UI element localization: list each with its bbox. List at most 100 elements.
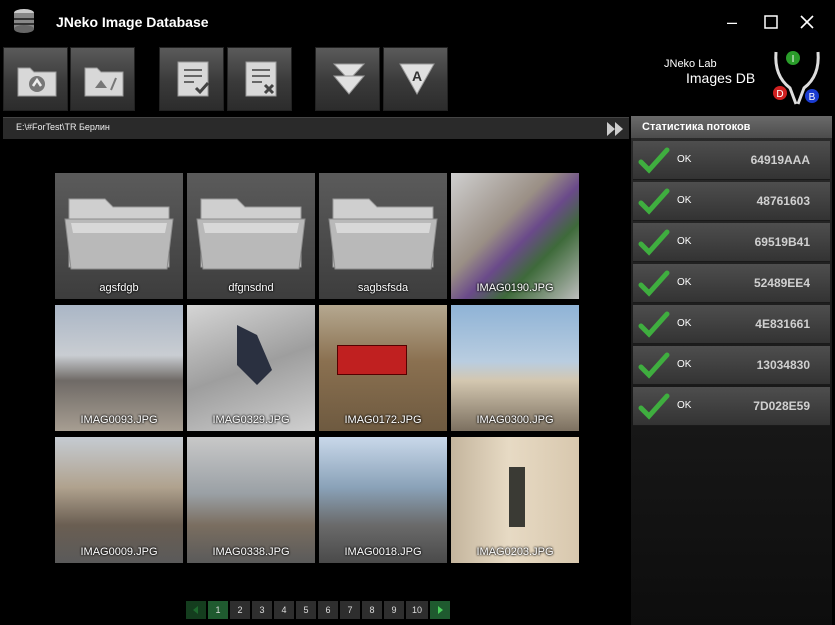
check-icon xyxy=(638,229,670,256)
next-page-button[interactable] xyxy=(430,601,450,619)
tile-label: sagbsfsda xyxy=(357,282,409,294)
window-title: JNeko Image Database xyxy=(56,14,209,30)
page-button[interactable]: 3 xyxy=(252,601,272,619)
stream-status: OK xyxy=(677,236,692,247)
logo-letter-d: D xyxy=(776,89,783,100)
check-icon xyxy=(638,188,670,215)
database-stack-icon xyxy=(14,9,34,33)
image-tile-building[interactable]: IMAG0300.JPG xyxy=(451,305,579,431)
image-tile-room[interactable]: IMAG0203.JPG xyxy=(451,437,579,563)
page-button[interactable]: 6 xyxy=(318,601,338,619)
tile-label: IMAG0300.JPG xyxy=(476,414,554,426)
folder-up-button[interactable] xyxy=(3,47,68,111)
coat-shape xyxy=(509,467,525,527)
navigate-forward-icon[interactable] xyxy=(605,120,625,138)
folder-root-button[interactable] xyxy=(70,47,135,111)
image-tile-locomotive[interactable]: IMAG0172.JPG xyxy=(319,305,447,431)
stream-status: OK xyxy=(677,195,692,206)
tile-label: IMAG0203.JPG xyxy=(476,546,554,558)
prev-page-button[interactable] xyxy=(186,601,206,619)
folder-icon xyxy=(328,198,438,270)
checklist-remove-icon xyxy=(245,61,277,97)
folder-icon xyxy=(196,198,306,270)
page-button[interactable]: 1 xyxy=(208,601,228,619)
app-logo: JNeko Lab Images DB I D B xyxy=(660,46,830,106)
image-tile-path[interactable]: IMAG0338.JPG xyxy=(187,437,315,563)
stream-status: OK xyxy=(677,277,692,288)
folder-tile[interactable]: dfgnsdnd xyxy=(187,173,315,299)
stream-row: OK 64919AAA xyxy=(633,141,830,180)
move-down-button[interactable] xyxy=(315,47,380,111)
tile-label: IMAG0338.JPG xyxy=(212,546,290,558)
image-tile-glove[interactable]: IMAG0329.JPG xyxy=(187,305,315,431)
sort-button[interactable]: A xyxy=(383,47,448,111)
title-bar: JNeko Image Database – xyxy=(0,0,835,44)
page-button[interactable]: 5 xyxy=(296,601,316,619)
stream-row: OK 7D028E59 xyxy=(633,387,830,426)
stream-id: 48761603 xyxy=(756,194,810,208)
path-bar: E:\#ForTest\TR Берлин xyxy=(3,117,629,139)
chevron-right-icon xyxy=(438,606,443,614)
deselect-all-button[interactable] xyxy=(227,47,292,111)
tile-label: IMAG0190.JPG xyxy=(476,282,554,294)
logo-letter-b: B xyxy=(809,92,816,103)
page-button[interactable]: 10 xyxy=(406,601,428,619)
check-icon xyxy=(638,311,670,338)
locomotive-shape xyxy=(337,345,407,375)
folder-tile[interactable]: sagbsfsda xyxy=(319,173,447,299)
path-input[interactable]: E:\#ForTest\TR Берлин xyxy=(16,122,110,132)
image-tile-station[interactable]: IMAG0018.JPG xyxy=(319,437,447,563)
stream-id: 7D028E59 xyxy=(753,399,810,413)
minimize-icon[interactable]: – xyxy=(722,12,742,32)
stream-row: OK 13034830 xyxy=(633,346,830,385)
image-tile-street[interactable]: IMAG0093.JPG xyxy=(55,305,183,431)
stream-status: OK xyxy=(677,318,692,329)
select-all-button[interactable] xyxy=(159,47,224,111)
image-tile-city-street[interactable]: IMAG0009.JPG xyxy=(55,437,183,563)
stream-status: OK xyxy=(677,154,692,165)
stream-row: OK 48761603 xyxy=(633,182,830,221)
logo-name-text: Images DB xyxy=(686,70,756,86)
page-button[interactable]: 7 xyxy=(340,601,360,619)
page-button[interactable]: 4 xyxy=(274,601,294,619)
page-button[interactable]: 8 xyxy=(362,601,382,619)
image-tile-graffiti-wall[interactable]: IMAG0190.JPG xyxy=(451,173,579,299)
stream-row: OK 52489EE4 xyxy=(633,264,830,303)
folder-up-icon xyxy=(17,67,57,97)
tile-label: dfgnsdnd xyxy=(228,282,274,294)
stream-id: 69519B41 xyxy=(754,235,810,249)
close-icon[interactable] xyxy=(797,12,817,32)
sort-letter: A xyxy=(412,68,422,84)
stream-id: 4E831661 xyxy=(755,317,810,331)
chevron-left-icon xyxy=(193,606,198,614)
panel-title: Статистика потоков xyxy=(631,116,832,138)
folder-icon xyxy=(64,198,174,270)
folder-root-icon xyxy=(84,67,124,97)
stream-id: 64919AAA xyxy=(750,153,810,167)
tile-label: IMAG0093.JPG xyxy=(80,414,158,426)
page-button[interactable]: 9 xyxy=(384,601,404,619)
folder-tile[interactable]: agsfdgb xyxy=(55,173,183,299)
check-icon xyxy=(638,352,670,379)
sort-alpha-icon: A xyxy=(399,63,435,96)
idb-logo-icon: I D B xyxy=(773,51,820,105)
tile-label: agsfdgb xyxy=(99,282,139,294)
stream-stats-panel: Статистика потоков OK 64919AAA OK 487616… xyxy=(631,116,832,625)
stream-status: OK xyxy=(677,400,692,411)
check-icon xyxy=(638,147,670,174)
check-icon xyxy=(638,393,670,420)
stream-row: OK 69519B41 xyxy=(633,223,830,262)
maximize-icon[interactable] xyxy=(761,12,781,32)
stream-id: 13034830 xyxy=(756,358,810,372)
logo-letter-i: I xyxy=(792,54,795,65)
checklist-select-icon xyxy=(177,61,210,97)
stream-status: OK xyxy=(677,359,692,370)
tile-label: IMAG0172.JPG xyxy=(344,414,422,426)
page-button[interactable]: 2 xyxy=(230,601,250,619)
tile-label: IMAG0329.JPG xyxy=(212,414,290,426)
stream-row: OK 4E831661 xyxy=(633,305,830,344)
logo-lab-text: JNeko Lab xyxy=(664,58,717,70)
tile-label: IMAG0009.JPG xyxy=(80,546,158,558)
arrow-down-icon xyxy=(332,63,366,95)
tile-label: IMAG0018.JPG xyxy=(344,546,422,558)
